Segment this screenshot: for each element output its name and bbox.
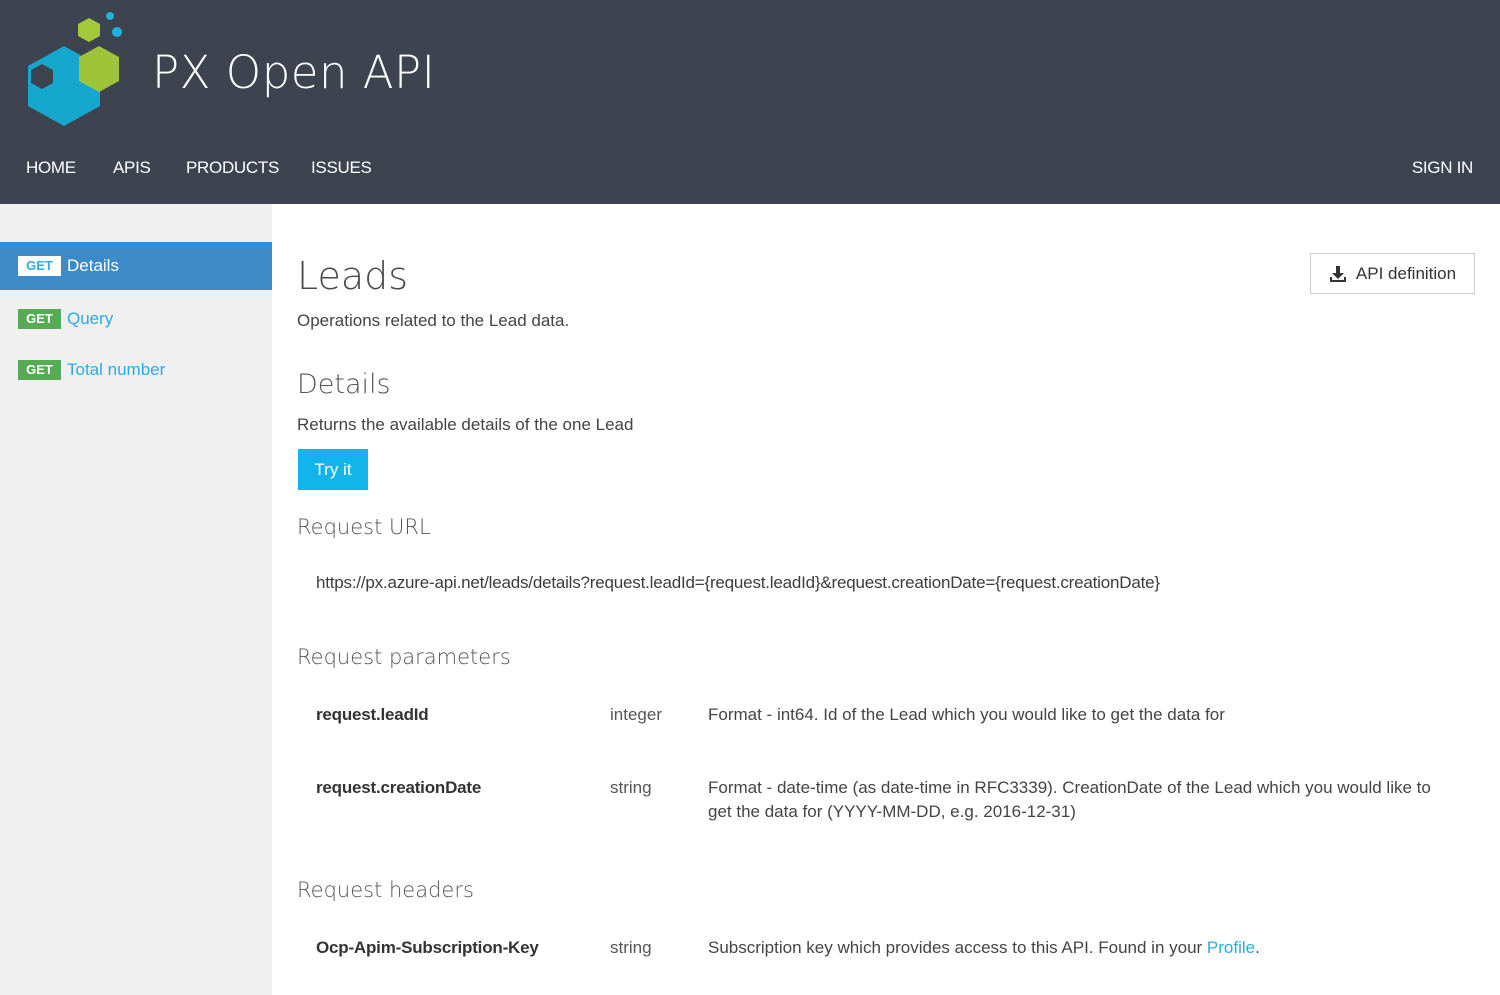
profile-link[interactable]: Profile bbox=[1207, 938, 1255, 957]
request-parameters-heading: Request parameters bbox=[297, 645, 511, 669]
sidebar-item-label: Total number bbox=[67, 360, 166, 379]
nav-issues[interactable]: ISSUES bbox=[311, 158, 372, 178]
method-badge: GET bbox=[18, 309, 61, 329]
request-url: https://px.azure-api.net/leads/details?r… bbox=[316, 573, 1160, 592]
sidebar-item-label: Query bbox=[67, 309, 114, 328]
parameter-description: Format - date-time (as date-time in RFC3… bbox=[708, 778, 1431, 821]
nav-apis[interactable]: APIS bbox=[113, 158, 151, 178]
sign-in-link[interactable]: SIGN IN bbox=[1412, 158, 1473, 178]
api-definition-button[interactable]: API definition bbox=[1310, 253, 1475, 294]
operation-description: Returns the available details of the one… bbox=[297, 415, 634, 434]
try-it-button[interactable]: Try it bbox=[298, 449, 368, 490]
sidebar-item-query[interactable]: GET Query bbox=[0, 295, 272, 343]
method-badge: GET bbox=[18, 360, 61, 380]
site-header: PX Open API HOME APIS PRODUCTS ISSUES SI… bbox=[0, 0, 1500, 204]
app-title: PX Open API bbox=[152, 46, 436, 99]
header-type: string bbox=[610, 938, 652, 957]
request-headers-heading: Request headers bbox=[297, 878, 474, 902]
hexagon-cluster-logo-icon[interactable] bbox=[22, 8, 126, 130]
operation-title: Details bbox=[297, 369, 391, 400]
parameter-name: request.leadId bbox=[316, 705, 429, 724]
sidebar-item-details[interactable]: GET Details bbox=[0, 242, 272, 290]
page-description: Operations related to the Lead data. bbox=[297, 311, 570, 330]
page-title: Leads bbox=[297, 254, 409, 298]
nav-home[interactable]: HOME bbox=[26, 158, 76, 178]
header-description-suffix: . bbox=[1255, 938, 1260, 957]
operations-sidebar: GET Details GET Query GET Total number bbox=[0, 204, 272, 995]
header-description: Subscription key which provides access t… bbox=[708, 936, 1458, 960]
header-description-text: Subscription key which provides access t… bbox=[708, 938, 1207, 957]
parameter-type: integer bbox=[610, 705, 662, 724]
request-url-heading: Request URL bbox=[297, 515, 431, 539]
parameter-description: Format - int64. Id of the Lead which you… bbox=[708, 705, 1225, 724]
sidebar-item-total-number[interactable]: GET Total number bbox=[0, 346, 272, 394]
method-badge: GET bbox=[18, 256, 61, 276]
parameter-type: string bbox=[610, 778, 652, 797]
nav-products[interactable]: PRODUCTS bbox=[186, 158, 279, 178]
sidebar-item-label: Details bbox=[67, 256, 119, 275]
download-icon bbox=[1329, 265, 1346, 282]
header-name: Ocp-Apim-Subscription-Key bbox=[316, 938, 539, 957]
parameter-name: request.creationDate bbox=[316, 778, 482, 797]
main-nav: HOME APIS PRODUCTS ISSUES SIGN IN bbox=[0, 158, 1500, 188]
api-definition-label: API definition bbox=[1355, 263, 1457, 283]
